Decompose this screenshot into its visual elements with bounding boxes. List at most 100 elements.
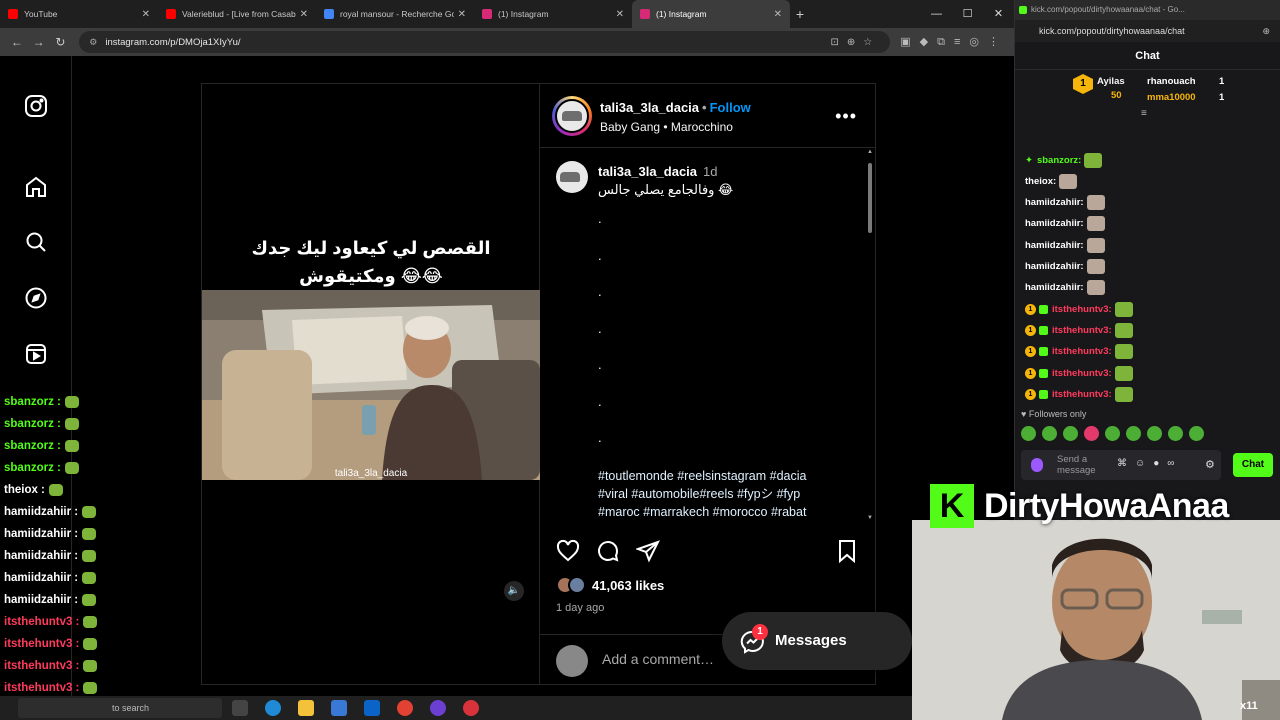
tab-close-icon[interactable]: ✕ xyxy=(300,9,308,20)
emote-icon[interactable] xyxy=(1189,426,1204,441)
kick-chat-user[interactable]: hamiidzahiir: xyxy=(1025,282,1084,293)
kick-chat-user[interactable]: hamiidzahiir: xyxy=(1025,218,1084,229)
kick-leaderboard: 1 Ayilas 50 rhanouach 1 mma10000 1 ≡ xyxy=(1015,70,1280,120)
kick-chat-user[interactable]: itsthehuntv3: xyxy=(1052,346,1112,357)
verified-badge-icon: ✦ xyxy=(1025,154,1033,166)
save-bookmark-icon[interactable] xyxy=(835,539,861,565)
taskbar-search[interactable]: to search xyxy=(18,698,222,718)
store-icon[interactable] xyxy=(331,700,347,716)
input-tool-icons[interactable]: ⌘☺●∞ xyxy=(1117,458,1182,469)
kick-chat-user[interactable]: hamiidzahiir: xyxy=(1025,197,1084,208)
messages-badge: 1 xyxy=(752,624,768,640)
instagram-logo-icon[interactable] xyxy=(24,94,48,118)
tab-close-icon[interactable]: ✕ xyxy=(142,9,150,20)
messages-button[interactable]: 1 Messages xyxy=(722,612,912,670)
omnibox-action-icons[interactable]: ⊡⊕☆ xyxy=(831,37,881,48)
kick-address-bar[interactable]: kick.com/popout/dirtyhowaanaa/chat ⊕ xyxy=(1015,20,1280,42)
browser-tab[interactable]: (1) Instagram ✕ xyxy=(474,0,632,28)
like-heart-icon[interactable] xyxy=(556,539,582,565)
send-chat-button[interactable]: Chat xyxy=(1233,453,1273,477)
chrome-icon[interactable] xyxy=(397,700,413,716)
reels-icon[interactable] xyxy=(24,342,48,366)
obs-icon[interactable] xyxy=(463,700,479,716)
tab-title: YouTube xyxy=(24,9,58,19)
post-media[interactable]: القصص لي كيعاود ليك جدك ومكتيقوش 😂😂 tali… xyxy=(202,84,540,684)
browser-tab[interactable]: YouTube ✕ xyxy=(0,0,158,28)
comment-author[interactable]: tali3a_3la_dacia xyxy=(598,164,697,179)
hashtags-line[interactable]: #toutlemonde #reelsinstagram #dacia xyxy=(598,467,858,485)
more-options-icon[interactable]: ••• xyxy=(835,106,857,127)
chat-settings-gear-icon[interactable]: ⚙ xyxy=(1205,458,1215,471)
tab-close-icon[interactable]: ✕ xyxy=(774,9,782,20)
mute-icon[interactable]: 🔈 xyxy=(504,581,524,601)
add-comment-input[interactable]: Add a comment… xyxy=(602,651,714,667)
search-icon[interactable] xyxy=(24,230,48,254)
back-icon[interactable]: ← xyxy=(6,35,28,49)
zoom-icon[interactable]: ⊕ xyxy=(1262,20,1270,42)
extension-icons[interactable]: ▣◆⧉≡◎⋮ xyxy=(900,35,1008,49)
kick-chat-user[interactable]: itsthehuntv3: xyxy=(1052,304,1112,315)
kick-chat-user[interactable]: itsthehuntv3: xyxy=(1052,325,1112,336)
kick-chat-window: kick.com/popout/dirtyhowaanaa/chat - Go.… xyxy=(1014,0,1280,520)
emote-icon[interactable] xyxy=(1042,426,1057,441)
maximize-icon[interactable]: ☐ xyxy=(952,0,983,28)
tab-close-icon[interactable]: ✕ xyxy=(458,9,466,20)
kick-chat-user[interactable]: hamiidzahiir: xyxy=(1025,261,1084,272)
browser-tab[interactable]: royal mansour - Recherche Google ✕ xyxy=(316,0,474,28)
author-avatar[interactable] xyxy=(552,96,592,136)
file-explorer-icon[interactable] xyxy=(298,700,314,716)
kick-chat-user[interactable]: itsthehuntv3: xyxy=(1052,368,1112,379)
overlay-chat-user: sbanzorz : xyxy=(4,440,61,452)
browser-tab[interactable]: (1) Instagram ✕ xyxy=(632,0,790,28)
kick-chat-user[interactable]: hamiidzahiir: xyxy=(1025,240,1084,251)
edge-icon[interactable] xyxy=(265,700,281,716)
share-paper-plane-icon[interactable] xyxy=(635,539,662,565)
explore-icon[interactable] xyxy=(24,286,48,310)
expand-leaderboard-icon[interactable]: ≡ xyxy=(1141,108,1147,119)
site-info-icon[interactable]: ⚙ xyxy=(89,37,97,48)
comment-author-avatar[interactable] xyxy=(556,161,588,193)
leader-name[interactable]: mma10000 xyxy=(1147,92,1196,103)
kick-message-input[interactable]: Send a message ⌘☺●∞ xyxy=(1021,450,1221,480)
media-caption-line2: ومكتيقوش 😂😂 xyxy=(299,266,443,286)
follow-button[interactable]: Follow xyxy=(710,100,751,115)
emote-icon[interactable] xyxy=(1168,426,1183,441)
reload-icon[interactable]: ↻ xyxy=(50,35,72,49)
app-icon[interactable] xyxy=(430,700,446,716)
outlook-icon[interactable] xyxy=(364,700,380,716)
scroll-up-arrow[interactable]: ▲ xyxy=(867,149,873,155)
mic-icon[interactable] xyxy=(1031,458,1043,472)
post-audio[interactable]: Baby Gang • Marocchino xyxy=(600,120,733,134)
forward-icon[interactable]: → xyxy=(28,35,50,49)
post-modal: القصص لي كيعاود ليك جدك ومكتيقوش 😂😂 tali… xyxy=(201,83,876,685)
leader-name[interactable]: Ayilas xyxy=(1097,76,1125,87)
kick-chat-user[interactable]: itsthehuntv3: xyxy=(1052,389,1112,400)
leader-name[interactable]: rhanouach xyxy=(1147,76,1196,87)
minimize-icon[interactable]: — xyxy=(921,0,952,28)
emote-icon[interactable] xyxy=(1063,426,1078,441)
new-tab-button[interactable]: + xyxy=(790,6,810,22)
likes-count[interactable]: 41,063 likes xyxy=(592,578,664,593)
comment-bubble-icon[interactable] xyxy=(596,539,622,565)
post-actions xyxy=(540,539,875,569)
close-window-icon[interactable]: ✕ xyxy=(983,0,1014,28)
hashtags-line[interactable]: #maroc #marrakech #morocco #rabat xyxy=(598,503,858,521)
kick-chat-user[interactable]: theiox: xyxy=(1025,176,1056,187)
emote-icon[interactable] xyxy=(1084,426,1099,441)
emote-icon[interactable] xyxy=(1147,426,1162,441)
post-author[interactable]: tali3a_3la_dacia xyxy=(600,100,699,115)
emote-icon xyxy=(82,528,97,540)
comments-scrollbar[interactable] xyxy=(868,163,872,233)
task-view-icon[interactable] xyxy=(232,700,248,716)
emote-icon[interactable] xyxy=(1105,426,1120,441)
emote-icon[interactable] xyxy=(1126,426,1141,441)
browser-tab[interactable]: Valerieblud - [Live from Casablanca] ✕ xyxy=(158,0,316,28)
hashtags-line[interactable]: #viral #automobile#reels #fypシ #fyp xyxy=(598,485,858,503)
scroll-down-arrow[interactable]: ▼ xyxy=(867,515,873,521)
emote-icon[interactable] xyxy=(1021,426,1036,441)
kick-chat-user[interactable]: sbanzorz: xyxy=(1037,155,1081,166)
home-icon[interactable] xyxy=(24,175,48,199)
video-frame[interactable] xyxy=(202,290,540,480)
tab-close-icon[interactable]: ✕ xyxy=(616,9,624,20)
address-bar[interactable]: ⚙ instagram.com/p/DMOja1XIyYu/ ⊡⊕☆ xyxy=(79,31,891,53)
